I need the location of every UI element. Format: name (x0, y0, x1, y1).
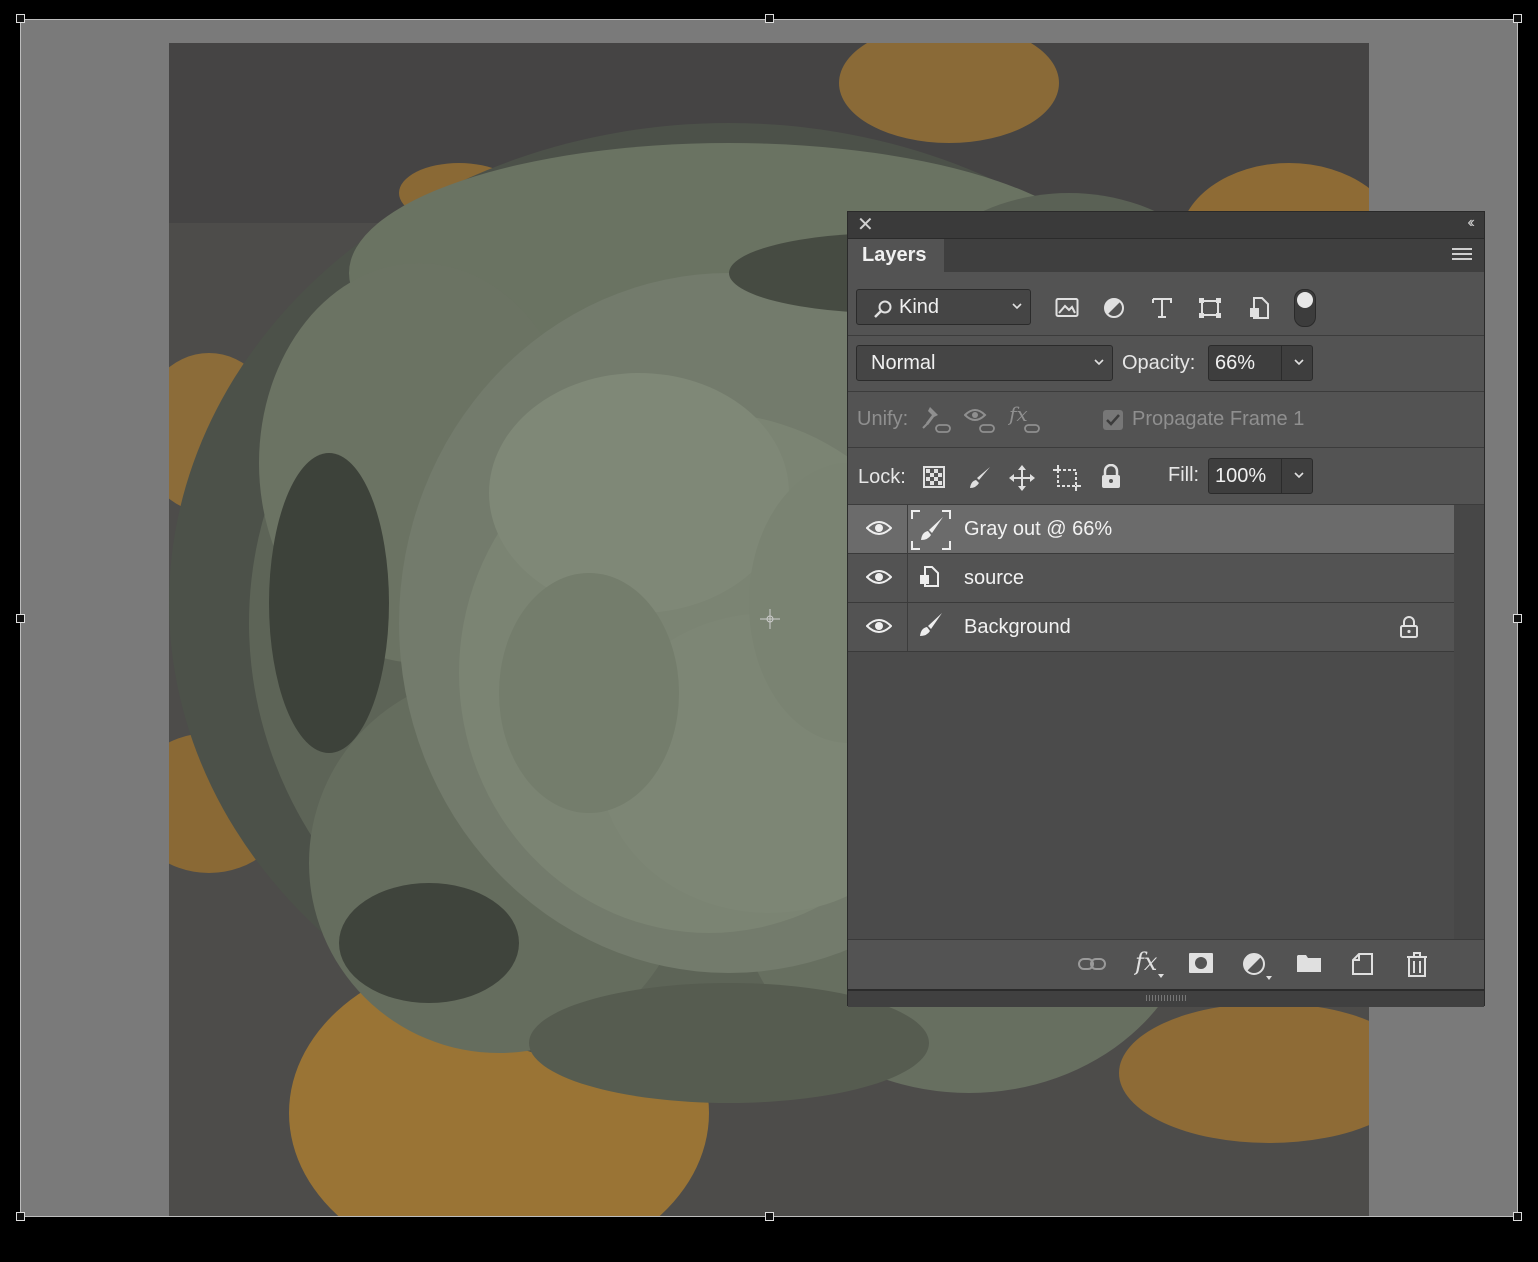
unify-style-icon[interactable]: fx (1008, 403, 1044, 435)
adjustment-filter-icon[interactable] (1103, 297, 1125, 319)
filter-kind-label: Kind (899, 296, 940, 318)
lock-row: Lock: Fill: 100% (848, 448, 1484, 505)
panel-tab-row: Layers (848, 239, 1484, 272)
chevron-down-icon[interactable] (1294, 357, 1304, 367)
fill-field[interactable]: 100% (1208, 458, 1313, 494)
unify-visibility-icon[interactable] (964, 405, 998, 435)
brush-icon[interactable] (910, 607, 952, 649)
layers-list[interactable]: Gray out @ 66% source Background (848, 505, 1454, 939)
transform-handle-top-left[interactable] (16, 14, 25, 23)
eye-icon[interactable] (866, 519, 892, 537)
new-layer-icon[interactable] (1351, 952, 1375, 976)
layer-name[interactable]: Gray out @ 66% (964, 505, 1112, 553)
propagate-checkbox[interactable] (1103, 410, 1123, 430)
collapse-panel-icon[interactable]: ‹‹ (1467, 214, 1474, 232)
new-adjustment-icon[interactable] (1242, 952, 1274, 982)
transform-handle-bottom[interactable] (765, 1212, 774, 1221)
smart-object-filter-icon[interactable] (1248, 296, 1270, 320)
lock-label: Lock: (858, 466, 906, 488)
fill-value: 100% (1215, 465, 1267, 487)
layer-mask-brush-icon[interactable] (910, 509, 952, 551)
blend-row: Normal Opacity: 66% (848, 336, 1484, 392)
chevron-down-icon[interactable] (1294, 470, 1304, 480)
smart-object-icon[interactable] (910, 558, 952, 600)
lock-artboard-icon[interactable] (1052, 464, 1082, 492)
layer-row[interactable]: Background (848, 603, 1454, 652)
lock-position-icon[interactable] (1008, 464, 1036, 492)
search-icon (874, 300, 892, 318)
reference-point-icon[interactable] (758, 607, 782, 631)
transform-handle-right[interactable] (1513, 614, 1522, 623)
filter-kind-dropdown[interactable]: Kind (856, 289, 1031, 325)
lock-image-pixels-icon[interactable] (967, 465, 993, 491)
lock-transparent-pixels-icon[interactable] (923, 466, 945, 488)
delete-layer-icon[interactable] (1406, 952, 1428, 978)
filter-row: Kind (848, 273, 1484, 336)
unify-position-icon[interactable] (920, 405, 954, 435)
transform-handle-left[interactable] (16, 614, 25, 623)
panel-resize-bar[interactable] (848, 989, 1484, 1007)
tab-layers[interactable]: Layers (848, 239, 944, 272)
layer-name[interactable]: source (964, 554, 1024, 602)
opacity-label: Opacity: (1122, 352, 1196, 374)
opacity-value: 66% (1215, 352, 1256, 374)
unify-label: Unify: (857, 408, 909, 430)
close-icon[interactable]: ✕ (857, 215, 874, 235)
blend-mode-dropdown[interactable]: Normal (856, 345, 1113, 381)
transform-handle-top[interactable] (765, 14, 774, 23)
propagate-label: Propagate Frame 1 (1132, 408, 1305, 430)
add-mask-icon[interactable] (1188, 952, 1214, 974)
svg-text:fx: fx (1008, 403, 1028, 426)
layer-name[interactable]: Background (964, 603, 1071, 651)
type-filter-icon[interactable] (1151, 297, 1173, 319)
transform-handle-top-right[interactable] (1513, 14, 1522, 23)
new-group-icon[interactable] (1296, 952, 1322, 974)
eye-icon[interactable] (866, 617, 892, 635)
layers-scrollbar[interactable] (1454, 505, 1484, 939)
link-layers-icon[interactable] (1077, 952, 1107, 976)
shape-filter-icon[interactable] (1198, 297, 1222, 319)
layer-style-icon[interactable]: fx (1134, 948, 1168, 980)
panel-title-bar[interactable]: ✕ ‹‹ (848, 212, 1484, 239)
eye-icon[interactable] (866, 568, 892, 586)
transform-handle-bottom-left[interactable] (16, 1212, 25, 1221)
transform-handle-bottom-right[interactable] (1513, 1212, 1522, 1221)
filter-toggle-icon[interactable] (1294, 289, 1316, 327)
layers-panel: ✕ ‹‹ Layers Kind Normal Opacity: 66% Uni… (847, 211, 1485, 1007)
fill-label: Fill: (1168, 464, 1200, 486)
layer-row[interactable]: source (848, 554, 1454, 603)
blend-mode-value: Normal (871, 352, 936, 374)
opacity-field[interactable]: 66% (1208, 345, 1313, 381)
image-filter-icon[interactable] (1055, 297, 1079, 319)
chevron-down-icon (1094, 359, 1104, 366)
panel-bottom-bar: fx (848, 939, 1484, 990)
unify-row: Unify: fx Propagate Frame 1 (848, 392, 1484, 448)
layer-row[interactable]: Gray out @ 66% (848, 505, 1454, 554)
lock-all-icon[interactable] (1100, 464, 1122, 490)
resize-grip-icon[interactable] (1146, 995, 1186, 1001)
checkmark-icon (1106, 414, 1120, 426)
svg-text:fx: fx (1134, 948, 1158, 976)
chevron-down-icon (1012, 303, 1022, 310)
lock-icon[interactable] (1398, 616, 1420, 638)
panel-menu-icon[interactable] (1452, 248, 1472, 262)
